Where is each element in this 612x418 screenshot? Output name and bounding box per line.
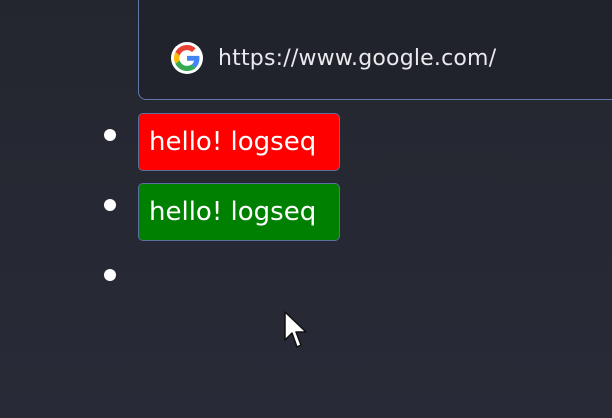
google-icon (171, 42, 203, 74)
outline-block-1[interactable]: hello! logseq (0, 107, 612, 171)
outline-block-3[interactable] (0, 247, 612, 307)
bullet-icon[interactable] (104, 199, 116, 211)
link-preview-card[interactable]: https://www.google.com/ (138, 0, 612, 100)
bullet-icon[interactable] (104, 129, 116, 141)
link-url[interactable]: https://www.google.com/ (218, 46, 496, 71)
outline-block-2[interactable]: hello! logseq (0, 177, 612, 241)
hello-logseq-red-button[interactable]: hello! logseq (138, 113, 340, 171)
bullet-icon[interactable] (104, 269, 116, 281)
hello-logseq-green-button[interactable]: hello! logseq (138, 183, 340, 241)
arrow-cursor-icon (284, 311, 307, 348)
link-preview-row[interactable]: https://www.google.com/ (171, 42, 496, 74)
